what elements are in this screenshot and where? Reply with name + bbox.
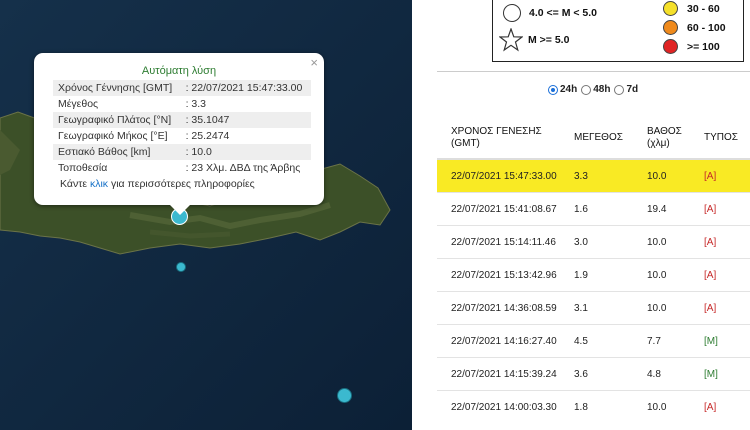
detail-value: : 10.0	[180, 144, 311, 160]
detail-row: Τοποθεσία : 23 Χλμ. ΔΒΔ της Άρβης	[53, 160, 311, 176]
legend-depth-label: 60 - 100	[687, 21, 726, 34]
cell-depth: 10.0	[633, 258, 690, 292]
detail-label: Χρόνος Γέννησης [GMT]	[53, 80, 181, 96]
cell-time: 22/07/2021 15:47:33.00	[437, 158, 560, 193]
column-header-time[interactable]: ΧΡΟΝΟΣ ΓΕΝΕΣΗΣ (GMT)	[437, 118, 560, 160]
cell-depth: 10.0	[633, 390, 690, 423]
cell-type: [A]	[690, 291, 750, 325]
table-header-row: ΧΡΟΝΟΣ ΓΕΝΕΣΗΣ (GMT) ΜΕΓΕΘΟΣ ΒΑΘΟΣ (χλμ)…	[437, 118, 750, 160]
orange-circle-icon	[663, 20, 678, 35]
cell-time: 22/07/2021 15:13:42.96	[437, 258, 560, 292]
event-info-popup: × Αυτόματη λύση Χρόνος Γέννησης [GMT]: 2…	[34, 53, 324, 215]
radio-24h-label[interactable]: 24h	[560, 84, 577, 95]
time-filter: 24h 48h 7d	[544, 84, 638, 95]
detail-label: Μέγεθος	[58, 98, 99, 110]
earthquake-list-panel: 4.0 <= M < 5.0 M >= 5.0 30 - 60 60 - 100…	[412, 0, 750, 430]
divider	[437, 71, 750, 72]
radio-24h[interactable]	[548, 84, 558, 95]
cell-depth: 10.0	[633, 291, 690, 325]
detail-value: : 25.2474	[185, 130, 230, 142]
cell-magnitude: 3.3	[560, 158, 633, 193]
cell-magnitude: 1.9	[560, 258, 633, 292]
column-header-magnitude[interactable]: ΜΕΓΕΘΟΣ	[560, 118, 633, 160]
more-info-text: Κάντε κλικ για περισσότερες πληροφορίες	[60, 178, 255, 190]
more-info-link[interactable]: κλικ	[90, 178, 108, 190]
legend-depth-item: >= 100	[663, 39, 720, 54]
seismic-map[interactable]: × Αυτόματη λύση Χρόνος Γέννησης [GMT]: 2…	[0, 0, 412, 430]
cell-type: [A]	[690, 390, 750, 423]
cell-magnitude: 3.1	[560, 291, 633, 325]
cell-depth: 19.4	[633, 192, 690, 226]
yellow-circle-icon	[663, 1, 678, 16]
circle-icon	[503, 4, 521, 22]
cell-magnitude: 4.5	[560, 324, 633, 358]
cell-depth: 10.0	[633, 225, 690, 259]
detail-row: Μέγεθος : 3.3	[53, 96, 311, 112]
detail-row: Χρόνος Γέννησης [GMT]: 22/07/2021 15:47:…	[53, 80, 311, 96]
table-row[interactable]: 22/07/2021 15:14:11.46 3.0 10.0 [A]	[437, 225, 750, 259]
legend-size-high-label: M >= 5.0	[528, 34, 570, 46]
cell-time: 22/07/2021 14:15:39.24	[437, 357, 560, 391]
cell-magnitude: 1.6	[560, 192, 633, 226]
cell-type: [A]	[690, 258, 750, 292]
legend-size-mid: 4.0 <= M < 5.0	[503, 4, 597, 22]
detail-value: : 3.3	[185, 98, 207, 110]
cell-time: 22/07/2021 14:16:27.40	[437, 324, 560, 358]
detail-label: Γεωγραφικό Μήκος [°E]	[58, 130, 168, 142]
detail-value: : 22/07/2021 15:47:33.00	[180, 80, 311, 96]
radio-48h-label[interactable]: 48h	[593, 84, 610, 95]
legend-size-high: M >= 5.0	[499, 28, 569, 52]
table-row[interactable]: 22/07/2021 14:00:03.30 1.8 10.0 [A]	[437, 390, 750, 423]
cell-type: [A]	[690, 225, 750, 259]
legend-depth-label: 30 - 60	[687, 2, 720, 15]
more-info-prefix: Κάντε	[60, 178, 90, 190]
cell-type: [M]	[690, 324, 750, 358]
table-row[interactable]: 22/07/2021 15:13:42.96 1.9 10.0 [A]	[437, 258, 750, 292]
detail-row: Γεωγραφικό Πλάτος [°N]: 35.1047	[53, 112, 311, 128]
event-details-table: Χρόνος Γέννησης [GMT]: 22/07/2021 15:47:…	[53, 80, 311, 176]
detail-label: Τοποθεσία	[58, 162, 108, 174]
detail-value: : 23 Χλμ. ΔΒΔ της Άρβης	[185, 162, 301, 174]
cell-magnitude: 3.6	[560, 357, 633, 391]
detail-label: Γεωγραφικό Πλάτος [°N]	[53, 112, 181, 128]
cell-time: 22/07/2021 15:41:08.67	[437, 192, 560, 226]
cell-type: [M]	[690, 357, 750, 391]
cell-time: 22/07/2021 14:36:08.59	[437, 291, 560, 325]
cell-depth: 7.7	[633, 324, 690, 358]
radio-7d-label[interactable]: 7d	[626, 84, 638, 95]
column-header-type[interactable]: ΤΥΠΟΣ	[690, 118, 750, 160]
earthquake-table: ΧΡΟΝΟΣ ΓΕΝΕΣΗΣ (GMT) ΜΕΓΕΘΟΣ ΒΑΘΟΣ (χλμ)…	[437, 118, 750, 423]
radio-7d[interactable]	[614, 84, 625, 95]
earthquake-marker[interactable]	[176, 262, 186, 272]
detail-label: Εστιακό Βάθος [km]	[53, 144, 181, 160]
star-icon	[499, 28, 523, 52]
more-info-suffix: για περισσότερες πληροφορίες	[108, 178, 255, 190]
detail-row: Γεωγραφικό Μήκος [°E] : 25.2474	[53, 128, 311, 144]
cell-time: 22/07/2021 15:14:11.46	[437, 225, 560, 259]
cell-type: [A]	[690, 192, 750, 226]
cell-depth: 10.0	[633, 158, 690, 193]
table-row[interactable]: 22/07/2021 14:36:08.59 3.1 10.0 [A]	[437, 291, 750, 325]
detail-value: : 35.1047	[180, 112, 311, 128]
table-row[interactable]: 22/07/2021 14:15:39.24 3.6 4.8 [M]	[437, 357, 750, 391]
legend-depth-item: 60 - 100	[663, 20, 726, 35]
column-header-depth[interactable]: ΒΑΘΟΣ (χλμ)	[633, 118, 690, 160]
detail-row: Εστιακό Βάθος [km]: 10.0	[53, 144, 311, 160]
red-circle-icon	[663, 39, 678, 54]
map-legend: 4.0 <= M < 5.0 M >= 5.0 30 - 60 60 - 100…	[492, 0, 744, 62]
legend-size-mid-label: 4.0 <= M < 5.0	[529, 7, 598, 19]
radio-48h[interactable]	[581, 84, 592, 95]
cell-type: [A]	[690, 158, 750, 193]
table-row[interactable]: 22/07/2021 14:16:27.40 4.5 7.7 [M]	[437, 324, 750, 358]
cell-time: 22/07/2021 14:00:03.30	[437, 390, 560, 423]
cell-depth: 4.8	[633, 357, 690, 391]
legend-depth-label: >= 100	[687, 40, 720, 53]
table-row[interactable]: 22/07/2021 15:47:33.00 3.3 10.0 [A]	[437, 158, 750, 193]
cell-magnitude: 1.8	[560, 390, 633, 423]
cell-magnitude: 3.0	[560, 225, 633, 259]
popup-title: Αυτόματη λύση	[141, 65, 217, 77]
earthquake-marker[interactable]	[337, 388, 352, 403]
legend-depth-item: 30 - 60	[663, 1, 720, 16]
table-row[interactable]: 22/07/2021 15:41:08.67 1.6 19.4 [A]	[437, 192, 750, 226]
